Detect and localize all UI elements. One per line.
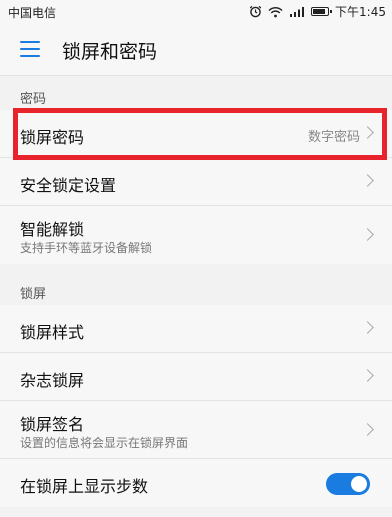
toggle-knob bbox=[351, 476, 367, 492]
status-bar: 中国电信 下午1:45 bbox=[0, 0, 392, 24]
lockscreen-list: 锁屏样式 杂志锁屏 锁屏签名 设置的信息将会显示在锁屏界面 在锁屏上显示步数 bbox=[0, 305, 392, 507]
row-lock-screen-password[interactable]: 锁屏密码 数字密码 bbox=[0, 110, 392, 158]
row-label: 锁屏签名 bbox=[20, 415, 85, 434]
title-bar: 锁屏和密码 bbox=[0, 24, 392, 76]
show-steps-toggle[interactable] bbox=[326, 473, 370, 495]
row-security-lock-settings[interactable]: 安全锁定设置 bbox=[0, 158, 392, 206]
status-icons: 下午1:45 bbox=[249, 3, 386, 20]
row-smart-unlock[interactable]: 智能解锁 支持手环等蓝牙设备解锁 bbox=[0, 206, 392, 264]
row-label: 杂志锁屏 bbox=[20, 371, 85, 390]
row-label: 锁屏密码 bbox=[20, 128, 85, 147]
row-label: 智能解锁 bbox=[20, 220, 85, 239]
row-show-steps: 在锁屏上显示步数 bbox=[0, 459, 392, 507]
signal-icon bbox=[289, 6, 305, 18]
carrier-label: 中国电信 bbox=[8, 6, 57, 20]
alarm-icon bbox=[249, 5, 262, 18]
battery-icon bbox=[311, 7, 333, 16]
hamburger-menu-icon[interactable] bbox=[20, 41, 40, 57]
row-subtitle: 支持手环等蓝牙设备解锁 bbox=[20, 241, 153, 255]
chevron-right-icon bbox=[361, 369, 374, 382]
clock-time: 下午1:45 bbox=[335, 5, 386, 19]
row-label: 在锁屏上显示步数 bbox=[20, 477, 149, 496]
row-value: 数字密码 bbox=[307, 130, 360, 145]
section-header-lockscreen: 锁屏 bbox=[20, 287, 47, 302]
page-title: 锁屏和密码 bbox=[62, 41, 158, 63]
password-list: 锁屏密码 数字密码 安全锁定设置 智能解锁 支持手环等蓝牙设备解锁 bbox=[0, 110, 392, 264]
section-header-password: 密码 bbox=[20, 92, 47, 107]
chevron-right-icon bbox=[361, 174, 374, 187]
screen: 中国电信 下午1:45 锁屏和密码 密码 锁屏密码 数字密码 安全锁定设置 智能… bbox=[0, 0, 392, 517]
chevron-right-icon bbox=[361, 423, 374, 436]
row-label: 安全锁定设置 bbox=[20, 176, 117, 195]
row-label: 锁屏样式 bbox=[20, 323, 85, 342]
chevron-right-icon bbox=[361, 126, 374, 139]
wifi-icon bbox=[268, 6, 283, 18]
chevron-right-icon bbox=[361, 321, 374, 334]
row-magazine-unlock[interactable]: 杂志锁屏 bbox=[0, 353, 392, 401]
row-lockscreen-style[interactable]: 锁屏样式 bbox=[0, 305, 392, 353]
row-lockscreen-signature[interactable]: 锁屏签名 设置的信息将会显示在锁屏界面 bbox=[0, 401, 392, 459]
chevron-right-icon bbox=[361, 228, 374, 241]
row-subtitle: 设置的信息将会显示在锁屏界面 bbox=[20, 436, 189, 450]
